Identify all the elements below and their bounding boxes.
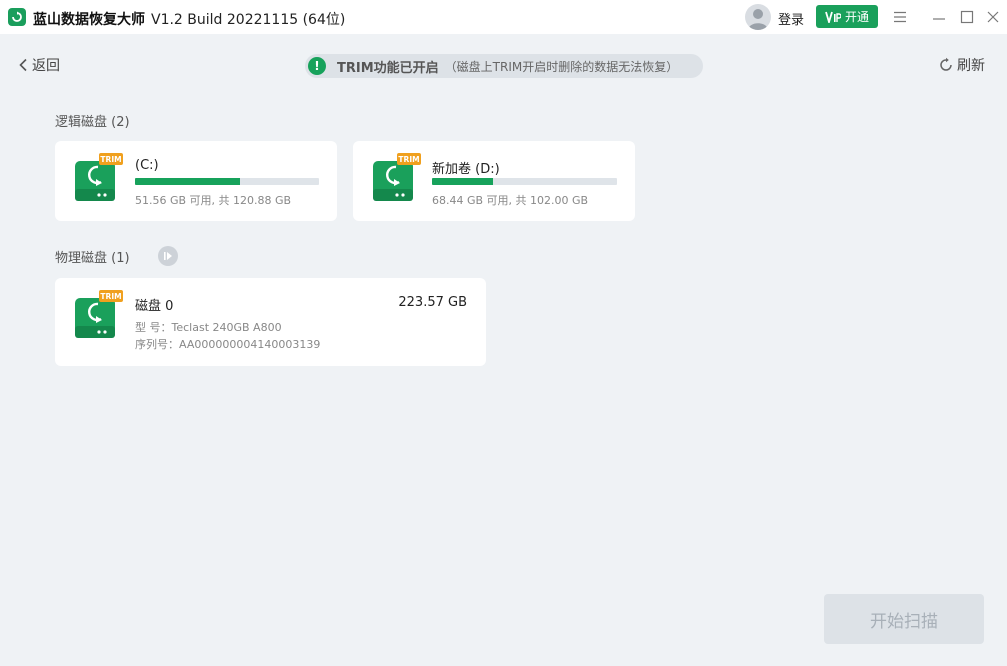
usage-bar-fill bbox=[135, 178, 241, 185]
minimize-icon bbox=[933, 18, 945, 20]
app-logo-icon bbox=[8, 8, 26, 26]
usage-bar-fill bbox=[432, 178, 493, 185]
login-link[interactable]: 登录 bbox=[778, 9, 804, 28]
vip-label: 开通 bbox=[844, 10, 869, 24]
user-icon bbox=[748, 9, 768, 30]
app-title: 蓝山数据恢复大师 V1.2 Build 20221115 (64位) bbox=[33, 9, 345, 29]
close-icon bbox=[987, 11, 999, 23]
exclamation-icon: ! bbox=[308, 57, 326, 75]
close-button[interactable] bbox=[983, 7, 1003, 27]
refresh-icon bbox=[940, 57, 952, 71]
logical-disks-label: 逻辑磁盘 (2) bbox=[55, 115, 130, 130]
trim-status-banner: ! TRIM功能已开启 （磁盘上TRIM开启时删除的数据无法恢复） bbox=[305, 54, 703, 78]
drive-usage: 51.56 GB 可用, 共 120.88 GB bbox=[135, 194, 292, 207]
trim-description: （磁盘上TRIM开启时删除的数据无法恢复） bbox=[444, 59, 679, 74]
usage-bar bbox=[432, 178, 617, 185]
drive-name: 新加卷 (D:) bbox=[432, 162, 500, 177]
disk-name: 磁盘 0 bbox=[135, 299, 174, 314]
ssd-drive-icon: TRIM bbox=[75, 290, 123, 338]
info-button[interactable] bbox=[158, 246, 178, 266]
title-bar: 蓝山数据恢复大师 V1.2 Build 20221115 (64位) 登录 开通 bbox=[0, 0, 1007, 34]
start-scan-button[interactable]: 开始扫描 bbox=[824, 594, 984, 644]
trim-badge: TRIM bbox=[398, 155, 419, 164]
usage-bar bbox=[135, 178, 319, 185]
back-button[interactable]: 返回 bbox=[18, 55, 60, 75]
ssd-drive-icon: TRIM bbox=[75, 153, 123, 201]
drive-usage: 68.44 GB 可用, 共 102.00 GB bbox=[432, 194, 589, 207]
drive-name: (C:) bbox=[135, 158, 159, 173]
app-name: 蓝山数据恢复大师 bbox=[33, 12, 145, 28]
drive-card-d[interactable]: TRIM 新加卷 (D:) 68.44 GB 可用, 共 102.00 GB bbox=[353, 141, 635, 221]
vip-icon bbox=[825, 11, 841, 23]
disk-size: 223.57 GB bbox=[398, 295, 467, 310]
disk-serial: 序列号：AA000000004140003139 bbox=[135, 338, 321, 351]
vip-open-button[interactable]: 开通 bbox=[816, 5, 878, 28]
disk-model: 型 号：Teclast 240GB A800 bbox=[135, 321, 282, 334]
drive-card-c[interactable]: TRIM (C:) 51.56 GB 可用, 共 120.88 GB bbox=[55, 141, 337, 221]
menu-icon bbox=[894, 11, 906, 23]
menu-button[interactable] bbox=[890, 7, 910, 27]
ssd-drive-icon: TRIM bbox=[373, 153, 421, 201]
trim-badge: TRIM bbox=[100, 155, 121, 164]
back-label: 返回 bbox=[32, 58, 60, 74]
avatar[interactable] bbox=[745, 4, 771, 30]
refresh-button[interactable]: 刷新 bbox=[938, 55, 985, 75]
app-version: V1.2 Build 20221115 (64位) bbox=[151, 12, 346, 28]
trim-title: TRIM功能已开启 bbox=[337, 60, 439, 76]
maximize-icon bbox=[960, 10, 974, 24]
chevron-left-icon bbox=[19, 58, 27, 72]
disk-card-0[interactable]: TRIM 磁盘 0 223.57 GB 型 号：Teclast 240GB A8… bbox=[55, 278, 486, 366]
minimize-button[interactable] bbox=[929, 7, 949, 27]
play-icon bbox=[164, 252, 172, 260]
refresh-label: 刷新 bbox=[957, 58, 985, 74]
physical-disks-label: 物理磁盘 (1) bbox=[55, 251, 130, 266]
maximize-button[interactable] bbox=[957, 7, 977, 27]
trim-badge: TRIM bbox=[100, 292, 121, 301]
